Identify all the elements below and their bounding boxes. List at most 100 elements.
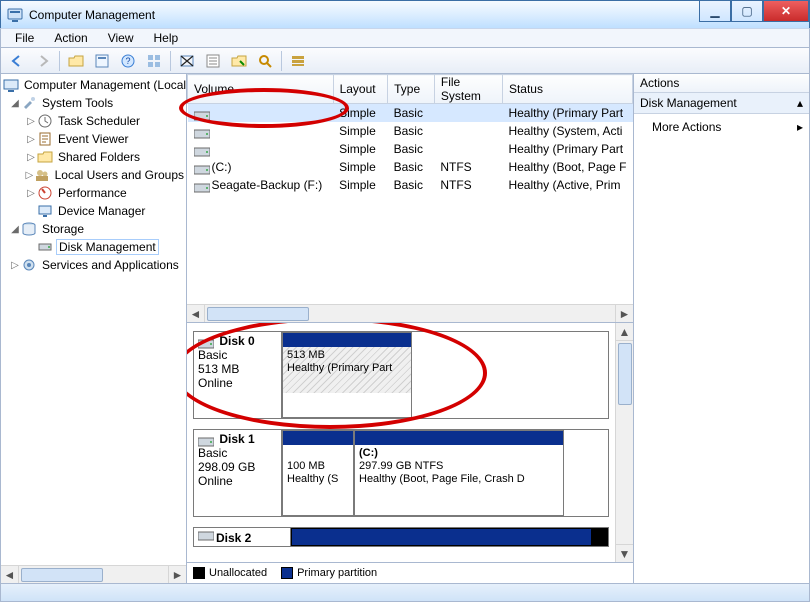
- expand-icon[interactable]: ▷: [25, 170, 34, 181]
- nav-back-button[interactable]: [5, 49, 29, 73]
- titlebar[interactable]: Computer Management ▁ ▢ ✕: [0, 0, 810, 28]
- drive-icon: [194, 144, 208, 156]
- volume-row[interactable]: SimpleBasicHealthy (System, Acti: [188, 122, 633, 140]
- disk-icon: [198, 528, 212, 540]
- part-label: (C:): [359, 447, 378, 459]
- col-status[interactable]: Status: [502, 75, 632, 104]
- actions-header: Actions: [634, 74, 809, 93]
- disk-1-partition-0[interactable]: 100 MB Healthy (S: [282, 430, 354, 516]
- disk-size: 513 MB: [198, 362, 239, 376]
- folder-up-button[interactable]: [64, 49, 88, 73]
- col-layout[interactable]: Layout: [333, 75, 388, 104]
- legend: Unallocated Primary partition: [187, 562, 633, 583]
- disk-icon: [198, 336, 212, 348]
- minimize-button[interactable]: ▁: [699, 1, 731, 22]
- menubar: File Action View Help: [0, 28, 810, 48]
- tree-performance[interactable]: Performance: [56, 186, 129, 200]
- device-icon: [37, 203, 53, 219]
- part-status: Healthy (Boot, Page File, Crash D: [359, 473, 525, 485]
- tree-hscrollbar[interactable]: ◄►: [1, 565, 186, 583]
- expand-icon[interactable]: ▷: [9, 260, 21, 271]
- tree-root-label[interactable]: Computer Management (Local: [22, 78, 187, 92]
- volume-row[interactable]: SimpleBasicHealthy (Primary Part: [188, 140, 633, 158]
- disk-title: Disk 2: [216, 531, 251, 545]
- volume-row[interactable]: Seagate-Backup (F:)SimpleBasicNTFSHealth…: [188, 176, 633, 194]
- show-hide-button[interactable]: [175, 49, 199, 73]
- expand-icon[interactable]: ▷: [25, 188, 37, 199]
- actions-more-label: More Actions: [652, 120, 721, 134]
- navigation-tree[interactable]: Computer Management (Local ◢ System Tool…: [1, 74, 187, 583]
- menu-view[interactable]: View: [100, 30, 142, 46]
- part-size: 513 MB: [287, 349, 407, 362]
- part-status: Healthy (Primary Part: [287, 362, 407, 375]
- expand-icon[interactable]: ◢: [9, 224, 21, 235]
- maximize-button[interactable]: ▢: [731, 1, 763, 22]
- menu-help[interactable]: Help: [146, 30, 187, 46]
- expand-icon[interactable]: ◢: [9, 98, 21, 109]
- disk-mgmt-icon: [37, 239, 53, 255]
- tree-services[interactable]: Services and Applications: [40, 258, 181, 272]
- rescan-button[interactable]: [227, 49, 251, 73]
- tree-disk-management[interactable]: Disk Management: [56, 239, 159, 255]
- app-icon: [7, 7, 23, 23]
- actions-pane: Actions Disk Management ▴ More Actions ▸: [633, 74, 809, 583]
- settings-button[interactable]: [201, 49, 225, 73]
- part-status: Healthy (S: [287, 473, 349, 486]
- services-icon: [21, 257, 37, 273]
- legend-primary: Primary partition: [297, 567, 377, 579]
- menu-action[interactable]: Action: [46, 30, 95, 46]
- col-fs[interactable]: File System: [434, 75, 502, 104]
- tree-system-tools[interactable]: System Tools: [40, 96, 115, 110]
- drive-icon: [194, 180, 208, 192]
- actions-section[interactable]: Disk Management ▴: [634, 93, 809, 114]
- disk-kind: Basic: [198, 446, 227, 460]
- disk-size: 298.09 GB: [198, 460, 255, 474]
- tree-local-users[interactable]: Local Users and Groups: [53, 168, 186, 182]
- disk-1-partition-1[interactable]: (C:) 297.99 GB NTFS Healthy (Boot, Page …: [354, 430, 564, 516]
- disk-title: Disk 0: [219, 334, 254, 348]
- tree-storage[interactable]: Storage: [40, 222, 86, 236]
- disks-vscrollbar[interactable]: ▲▼: [615, 323, 633, 562]
- close-button[interactable]: ✕: [763, 1, 809, 22]
- expand-icon[interactable]: ▷: [25, 152, 37, 163]
- actions-more[interactable]: More Actions ▸: [634, 114, 809, 140]
- disk-2[interactable]: Disk 2: [193, 527, 609, 547]
- performance-icon: [37, 185, 53, 201]
- volume-list[interactable]: Volume Layout Type File System Status Si…: [187, 74, 633, 323]
- tree-task-scheduler[interactable]: Task Scheduler: [56, 114, 142, 128]
- collapse-icon[interactable]: ▴: [797, 96, 803, 110]
- tree-shared-folders[interactable]: Shared Folders: [56, 150, 142, 164]
- views-button[interactable]: [142, 49, 166, 73]
- help-button[interactable]: ?: [116, 49, 140, 73]
- col-type[interactable]: Type: [388, 75, 435, 104]
- part-size: 100 MB: [287, 460, 349, 473]
- properties-button[interactable]: [90, 49, 114, 73]
- tree-event-viewer[interactable]: Event Viewer: [56, 132, 130, 146]
- find-button[interactable]: [253, 49, 277, 73]
- storage-icon: [21, 221, 37, 237]
- expand-icon[interactable]: ▷: [25, 116, 37, 127]
- disk-0-partition-0[interactable]: 513 MB Healthy (Primary Part: [282, 332, 412, 418]
- event-icon: [37, 131, 53, 147]
- window-border-bottom: [0, 584, 810, 602]
- nav-forward-button[interactable]: [31, 49, 55, 73]
- computer-icon: [3, 77, 19, 93]
- menu-file[interactable]: File: [7, 30, 42, 46]
- tree-device-manager[interactable]: Device Manager: [56, 204, 147, 218]
- disk-graphical-view[interactable]: Disk 0 Basic 513 MB Online 513 MB Health…: [187, 323, 615, 562]
- clock-icon: [37, 113, 53, 129]
- shared-folder-icon: [37, 149, 53, 165]
- disk-0[interactable]: Disk 0 Basic 513 MB Online 513 MB Health…: [193, 331, 609, 419]
- volume-row[interactable]: (C:)SimpleBasicNTFSHealthy (Boot, Page F: [188, 158, 633, 176]
- users-icon: [34, 167, 50, 183]
- disk-title: Disk 1: [219, 432, 254, 446]
- disk-1[interactable]: Disk 1 Basic 298.09 GB Online 100 MB: [193, 429, 609, 517]
- list-button[interactable]: [286, 49, 310, 73]
- volumes-hscrollbar[interactable]: ◄►: [187, 304, 633, 322]
- chevron-right-icon: ▸: [797, 120, 803, 134]
- window-title: Computer Management: [29, 8, 155, 22]
- disk-icon: [198, 434, 212, 446]
- expand-icon[interactable]: ▷: [25, 134, 37, 145]
- volume-row[interactable]: SimpleBasicHealthy (Primary Part: [188, 104, 633, 123]
- col-volume[interactable]: Volume: [188, 75, 334, 104]
